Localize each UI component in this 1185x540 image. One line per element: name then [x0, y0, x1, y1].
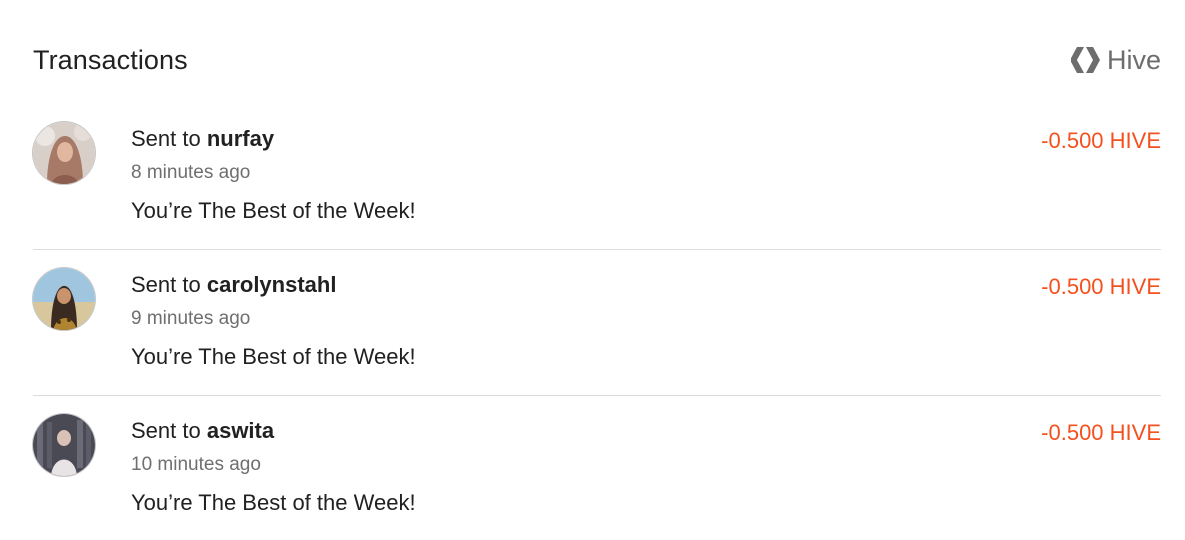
recipient-link[interactable]: aswita	[207, 418, 274, 443]
transaction-time: 9 minutes ago	[131, 308, 251, 329]
transaction-list: Sent to nurfay 8 minutes ago You’re The …	[33, 104, 1161, 540]
transaction-row: Sent to carolynstahl 9 minutes ago You’r…	[33, 250, 1161, 396]
avatar-image	[33, 122, 95, 184]
avatar[interactable]	[33, 268, 95, 330]
transactions-header: Transactions Hive	[33, 40, 1161, 80]
transaction-time: 8 minutes ago	[131, 162, 251, 183]
transaction-details: Sent to aswita 10 minutes ago You’re The…	[131, 416, 416, 518]
transaction-memo: You’re The Best of the Week!	[131, 198, 416, 223]
transaction-time: 10 minutes ago	[131, 454, 261, 475]
currency-selector[interactable]: Hive	[1070, 44, 1161, 76]
transaction-memo: You’re The Best of the Week!	[131, 490, 416, 515]
transaction-memo: You’re The Best of the Week!	[131, 344, 416, 369]
transaction-details: Sent to nurfay 8 minutes ago You’re The …	[131, 124, 416, 226]
transaction-prefix: Sent to	[131, 272, 207, 297]
recipient-link[interactable]: nurfay	[207, 126, 274, 151]
currency-label: Hive	[1106, 44, 1161, 75]
transaction-row: Sent to nurfay 8 minutes ago You’re The …	[33, 104, 1161, 250]
transaction-prefix: Sent to	[131, 126, 207, 151]
transaction-amount: -0.500 HIVE	[1041, 128, 1161, 153]
hive-logo-icon	[1070, 47, 1100, 73]
transaction-prefix: Sent to	[131, 418, 207, 443]
transaction-title: Sent to carolynstahl	[131, 270, 416, 300]
recipient-link[interactable]: carolynstahl	[207, 272, 337, 297]
avatar-image	[33, 414, 95, 476]
transaction-row: Sent to aswita 10 minutes ago You’re The…	[33, 396, 1161, 540]
transaction-title: Sent to aswita	[131, 416, 416, 446]
transaction-amount: -0.500 HIVE	[1041, 420, 1161, 445]
page-title: Transactions	[33, 44, 188, 75]
transaction-title: Sent to nurfay	[131, 124, 416, 154]
avatar[interactable]	[33, 414, 95, 476]
avatar[interactable]	[33, 122, 95, 184]
transaction-details: Sent to carolynstahl 9 minutes ago You’r…	[131, 270, 416, 372]
avatar-image	[33, 268, 95, 330]
transaction-amount: -0.500 HIVE	[1041, 274, 1161, 299]
